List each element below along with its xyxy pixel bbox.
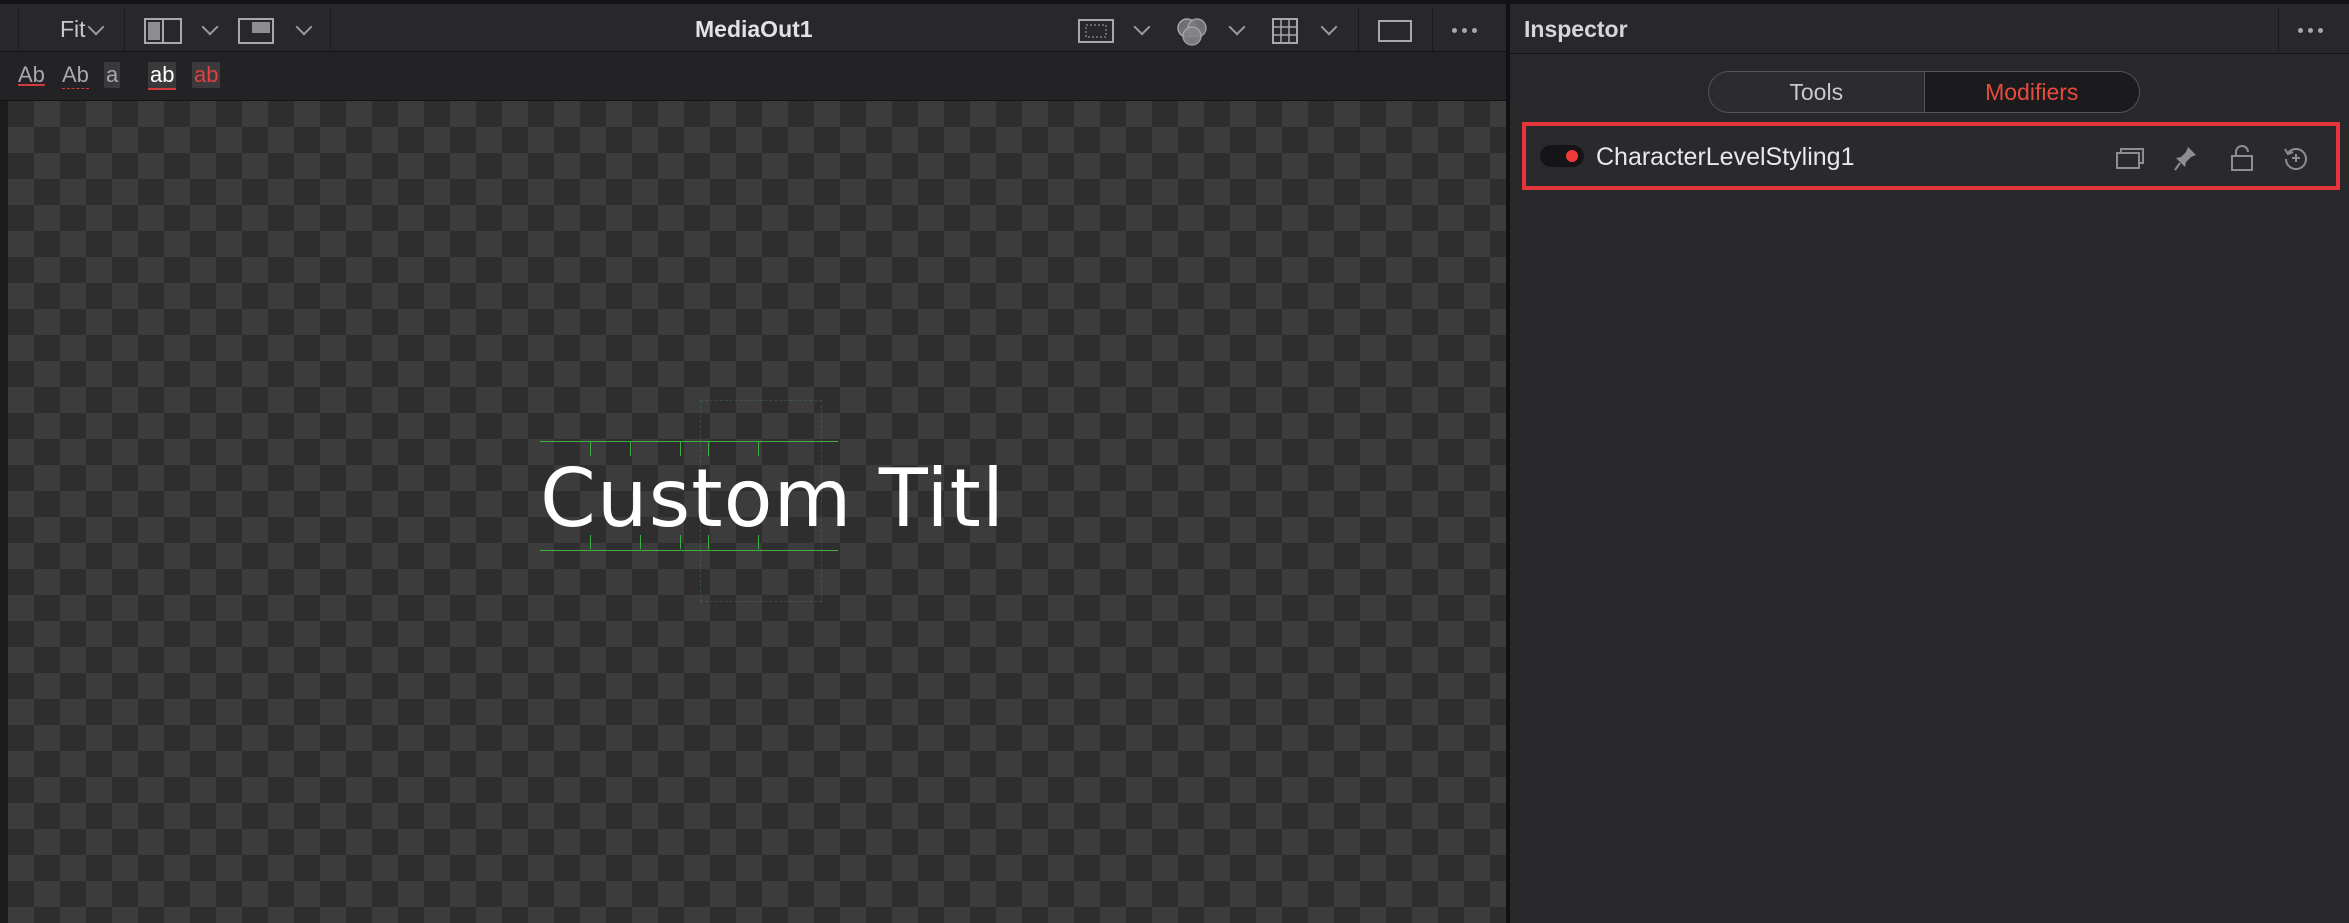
reset-icon[interactable] [2282, 144, 2310, 172]
viewer-layout-icon[interactable] [238, 18, 274, 44]
viewer-panel: Fit MediaOut1 Ab Ab a ab ab Custom Titl [0, 0, 1506, 923]
viewer-toolbar: Fit MediaOut1 [0, 0, 1506, 52]
lock-icon[interactable] [2228, 144, 2256, 172]
tab-tools[interactable]: Tools [1709, 72, 1925, 112]
text-tool-2[interactable]: Ab [62, 62, 89, 89]
canvas-title-text[interactable]: Custom Titl [540, 452, 1005, 545]
text-tool-5[interactable]: ab [192, 62, 221, 88]
zoom-chevron-down-icon[interactable] [87, 18, 105, 36]
node-name-label: MediaOut1 [695, 16, 813, 42]
inspector-tabs: Tools Modifiers [1708, 71, 2140, 113]
split-view-chevron-down-icon[interactable] [201, 18, 219, 36]
text-tool-4[interactable]: ab [148, 62, 177, 90]
modifier-row[interactable]: CharacterLevelStyling1 [1522, 122, 2340, 190]
inspector-panel: Inspector Tools Modifiers CharacterLevel… [1510, 0, 2349, 923]
inspector-header: Inspector [1510, 0, 2349, 54]
modifier-enable-toggle[interactable] [1540, 145, 1584, 167]
text-tool-3[interactable]: a [104, 62, 121, 88]
duplicate-icon[interactable] [2116, 144, 2144, 172]
roi-chevron-down-icon[interactable] [1133, 18, 1151, 36]
zoom-label[interactable]: Fit [60, 16, 86, 43]
grid-chevron-down-icon[interactable] [1320, 18, 1338, 36]
grid-icon[interactable] [1272, 18, 1298, 44]
inspector-title: Inspector [1524, 16, 1628, 42]
roi-icon[interactable] [1078, 19, 1114, 43]
text-tools-toolbar: Ab Ab a ab ab [0, 52, 1506, 101]
text-tool-1[interactable]: Ab [18, 62, 45, 88]
pin-icon[interactable] [2172, 144, 2200, 172]
inspector-more-options-icon[interactable] [2298, 28, 2323, 33]
viewer-more-options-icon[interactable] [1452, 28, 1477, 33]
channels-chevron-down-icon[interactable] [1228, 18, 1246, 36]
toggle-indicator-icon [1566, 150, 1578, 162]
layout-chevron-down-icon[interactable] [295, 18, 313, 36]
viewer-left-edge [0, 101, 8, 923]
color-channels-icon[interactable] [1174, 16, 1210, 48]
safe-frame-icon[interactable] [1378, 20, 1412, 42]
split-view-icon[interactable] [144, 18, 182, 44]
tab-modifiers[interactable]: Modifiers [1924, 72, 2139, 112]
modifier-name[interactable]: CharacterLevelStyling1 [1596, 143, 1854, 172]
